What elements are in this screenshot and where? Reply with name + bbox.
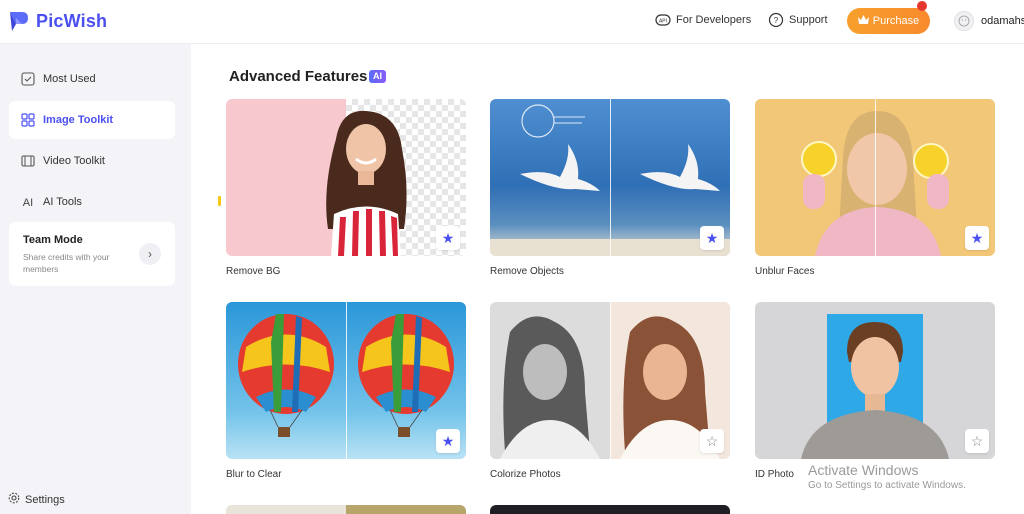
chevron-right-icon[interactable]: › [139,243,161,265]
team-mode-title: Team Mode [23,234,83,246]
comparison-divider [610,302,611,459]
sidebar-item-video-toolkit[interactable]: Video Toolkit [9,142,175,180]
picwish-logo-icon [8,9,30,33]
sidebar-item-most-used[interactable]: Most Used [9,60,175,98]
app-name: PicWish [36,10,108,31]
tool-thumbnail: ☆ [490,302,730,459]
sidebar-item-label: Image Toolkit [43,114,114,126]
svg-text:API: API [659,19,667,25]
team-mode-description: Share credits with your members [23,252,110,274]
clock-icon [21,72,35,86]
woman-portrait-image [326,110,407,256]
support-label: Support [789,14,828,26]
man-id-portrait-image [801,322,949,459]
comparison-divider [346,302,347,459]
tool-card-remove-bg[interactable]: ★ Remove BG [226,99,466,277]
card-label: Unblur Faces [755,266,815,277]
tool-thumbnail: ★ [226,99,466,256]
tool-card-partial[interactable] [490,505,730,514]
tool-thumbnail: ★ [226,302,466,459]
favorite-star-icon[interactable]: ★ [436,429,460,453]
crown-icon [857,15,869,27]
tool-thumbnail: ☆ [755,302,995,459]
card-label: Remove BG [226,266,281,277]
api-icon: API [655,12,671,28]
tool-card-unblur-faces[interactable]: ★ Unblur Faces [755,99,995,277]
top-header: PicWish API For Developers ? Support Pur… [0,0,1024,44]
sidebar-item-label: AI Tools [43,196,82,208]
sidebar-item-label: Most Used [43,73,96,85]
favorite-star-outline-icon[interactable]: ☆ [700,429,724,453]
tool-thumbnail: ★ [490,99,730,256]
ai-icon: AI [21,195,35,209]
team-mode-card[interactable]: Team Mode Share credits with your member… [9,222,175,286]
favorite-star-icon[interactable]: ★ [700,226,724,250]
avatar[interactable] [954,11,974,31]
grid-icon [21,113,35,127]
card-label: Blur to Clear [226,469,282,480]
app-logo[interactable]: PicWish [8,9,107,33]
favorite-star-icon[interactable]: ★ [436,226,460,250]
sidebar-item-image-toolkit[interactable]: Image Toolkit [9,101,175,139]
purchase-label: Purchase [872,15,920,27]
ai-badge: AI [369,70,386,83]
comparison-divider [610,99,611,256]
support-link[interactable]: ? Support [768,12,828,28]
card-label: Colorize Photos [490,469,561,480]
for-developers-label: For Developers [676,14,752,26]
tool-thumbnail: ★ [755,99,995,256]
favorite-star-icon[interactable]: ★ [965,226,989,250]
sidebar-item-label: Video Toolkit [43,155,105,167]
svg-text:AI: AI [23,197,33,209]
settings-label: Settings [25,493,65,506]
settings-link[interactable]: Settings [8,492,65,507]
user-avatar-icon [958,15,970,27]
help-icon: ? [768,12,784,28]
watermark-title: Activate Windows [808,462,919,478]
gear-icon [8,492,20,507]
tool-card-blur-to-clear[interactable]: ★ Blur to Clear [226,302,466,480]
tool-card-remove-objects[interactable]: ★ Remove Objects [490,99,730,277]
watermark-subtitle: Go to Settings to activate Windows. [808,480,966,491]
sidebar: Most Used Image Toolkit Video Toolkit AI… [0,44,191,514]
tool-card-colorize-photos[interactable]: ☆ Colorize Photos [490,302,730,480]
comparison-divider [875,99,876,256]
svg-text:?: ? [774,16,779,25]
favorite-star-outline-icon[interactable]: ☆ [965,429,989,453]
username[interactable]: odamahs [981,15,1024,27]
sidebar-item-ai-tools[interactable]: AI AI Tools [9,183,175,221]
purchase-button[interactable]: Purchase [847,8,930,34]
section-title: Advanced Features [229,68,368,85]
card-label: Remove Objects [490,266,564,277]
for-developers-link[interactable]: API For Developers [655,12,751,28]
scroll-indicator [218,196,221,206]
promo-badge [917,1,927,11]
windows-activation-watermark: Activate Windows Go to Settings to activ… [808,462,966,491]
film-icon [21,154,35,168]
tool-card-partial[interactable] [226,505,466,514]
tool-card-id-photo[interactable]: ☆ ID Photo [755,302,995,480]
